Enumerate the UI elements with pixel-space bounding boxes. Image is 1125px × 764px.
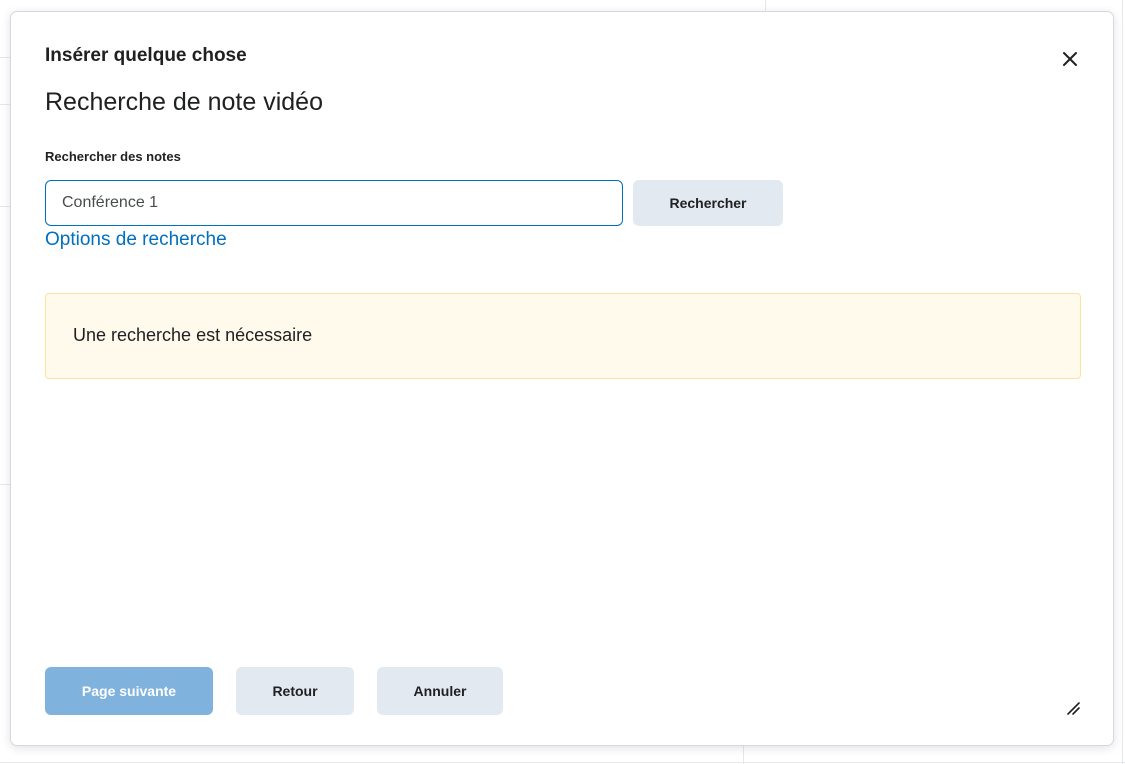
close-icon	[1063, 52, 1077, 66]
search-button[interactable]: Rechercher	[633, 180, 783, 226]
insert-stuff-dialog: Insérer quelque chose Recherche de note …	[10, 11, 1114, 746]
backdrop-divider	[0, 206, 10, 207]
cancel-button[interactable]: Annuler	[377, 667, 503, 715]
backdrop-divider	[1122, 0, 1123, 764]
backdrop-divider	[0, 57, 10, 58]
back-button[interactable]: Retour	[236, 667, 354, 715]
backdrop-divider	[0, 762, 1125, 763]
next-page-button[interactable]: Page suivante	[45, 667, 213, 715]
backdrop-divider	[0, 104, 10, 105]
dialog-title: Insérer quelque chose	[45, 45, 247, 66]
search-required-alert: Une recherche est nécessaire	[45, 293, 1081, 379]
resize-handle-icon[interactable]	[1065, 700, 1081, 716]
page-title: Recherche de note vidéo	[45, 88, 323, 116]
alert-message: Une recherche est nécessaire	[73, 325, 313, 345]
search-notes-label: Rechercher des notes	[45, 149, 181, 164]
backdrop-divider	[0, 484, 10, 485]
search-input[interactable]	[45, 180, 623, 226]
search-options-link[interactable]: Options de recherche	[45, 229, 227, 251]
backdrop-divider	[765, 0, 766, 11]
close-button[interactable]	[1057, 46, 1083, 72]
